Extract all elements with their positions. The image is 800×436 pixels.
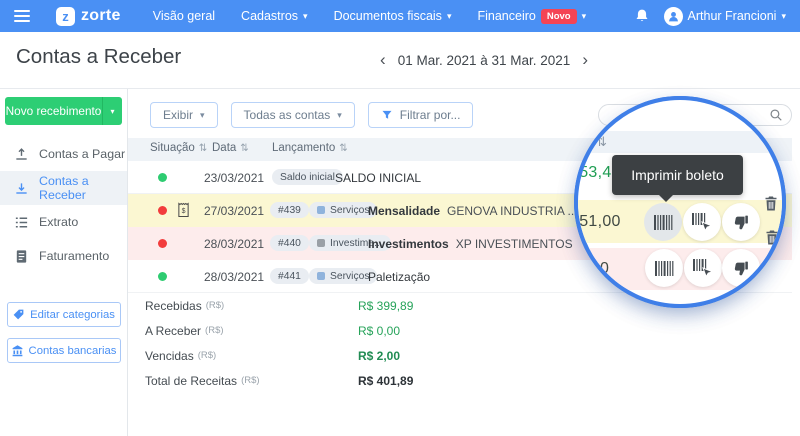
download-tray-icon [14,181,29,196]
next-period-button[interactable]: › [580,50,590,70]
magnified-value-439: 251,00 [578,213,621,231]
imprimir-boleto-tooltip: Imprimir boleto [612,155,743,195]
status-dot-overdue [158,206,167,215]
sidebar-actions: Editar categorias Contas bancarias [0,302,127,363]
svg-text:$: $ [182,208,186,215]
thumbs-down-button[interactable] [722,203,760,241]
menu-icon[interactable] [14,10,30,22]
sort-icon: ⇅ [240,143,248,154]
accounts-dropdown[interactable]: Todas as contas ▾ [231,102,355,128]
filter-icon [381,109,393,121]
new-receipt-button[interactable]: Novo recebimento ▾ [5,97,122,125]
main-content: Exibir ▾ Todas as contas ▾ Filtrar por..… [128,89,800,436]
summary-value: R$ 401,89 [358,374,413,388]
edit-categories-button[interactable]: Editar categorias [7,302,121,327]
status-dot-paid [158,272,167,281]
col-data[interactable]: Data ⇅ [212,142,249,154]
tag-icon [12,308,25,321]
col-lancamento[interactable]: Lançamento ⇅ [272,142,348,154]
chevron-down-icon: ▾ [447,12,452,21]
chevron-down-icon: ▾ [781,12,786,21]
entry-number-badge: #441 [270,268,309,284]
chevron-down-icon: ▾ [303,12,308,21]
date-range-nav: ‹ 01 Mar. 2021 à 31 Mar. 2021 › [378,48,590,72]
sidebar-item-contas-a-pagar[interactable]: Contas a Pagar [0,137,127,171]
entry-number-badge: #440 [270,235,309,251]
print-boleto-button[interactable] [644,203,682,241]
entry-number-badge: #439 [270,202,309,218]
magnified-table-header [578,131,782,153]
prev-period-button[interactable]: ‹ [378,50,388,70]
summary-value: R$ 2,00 [358,349,400,363]
chevron-down-icon: ▾ [582,12,587,21]
bank-icon [11,344,24,357]
col-situacao[interactable]: Situação ⇅ [150,142,207,154]
app-logo[interactable]: z zorte [56,7,121,26]
chevron-down-icon: ▾ [337,111,342,120]
summary-value: R$ 0,00 [358,324,400,338]
header-right: Arthur Francioni ▾ [634,7,786,26]
summary-total: Total de Receitas(R$) R$ 401,89 [128,368,792,393]
list-icon [14,215,29,230]
send-boleto-button[interactable] [684,249,722,287]
brand-name: zorte [81,7,121,25]
date-range-label: 01 Mar. 2021 à 31 Mar. 2021 [398,53,571,68]
user-menu[interactable]: Arthur Francioni ▾ [664,7,786,26]
summary-value: R$ 399,89 [358,299,413,313]
tag-icon [317,206,325,214]
delete-icon[interactable] [763,195,779,212]
magnified-value-partial: ,00 [586,260,609,278]
sidebar-item-extrato[interactable]: Extrato [0,205,127,239]
print-boleto-button[interactable] [645,249,683,287]
sidebar-item-contas-a-receber[interactable]: Contas a Receber [0,171,127,205]
nav-financeiro[interactable]: Financeiro Novo ▾ [477,9,586,24]
search-icon[interactable] [769,108,783,122]
bank-accounts-button[interactable]: Contas bancarias [7,338,121,363]
user-name: Arthur Francioni [688,9,777,23]
document-icon [14,249,29,264]
avatar [664,7,683,26]
nav-cadastros[interactable]: Cadastros ▾ [241,9,308,23]
summary-a-receber: A Receber(R$) R$ 0,00 [128,318,792,343]
title-bar: Contas a Receber ‹ 01 Mar. 2021 à 31 Mar… [0,32,800,88]
summary-vencidas: Vencidas(R$) R$ 2,00 [128,343,792,368]
logo-icon: z [56,7,75,26]
chevron-down-icon: ▾ [200,111,205,120]
novo-badge: Novo [541,9,577,24]
status-dot-overdue [158,239,167,248]
invoice-icon: $ [177,202,190,218]
totals-summary: Recebidas(R$) R$ 399,89 A Receber(R$) R$… [128,293,792,393]
exibir-dropdown[interactable]: Exibir ▾ [150,102,218,128]
chevron-down-icon[interactable]: ▾ [102,97,122,125]
tag-icon [317,272,325,280]
delete-icon[interactable] [764,229,780,246]
table-toolbar: Exibir ▾ Todas as contas ▾ Filtrar por..… [150,102,473,128]
page-title: Contas a Receber [16,45,181,69]
top-nav: Visão geral Cadastros ▾ Documentos fisca… [153,9,586,24]
tag-icon [317,239,325,247]
nav-documentos-fiscais[interactable]: Documentos fiscais ▾ [334,9,452,23]
saldo-inicial-badge: Saldo inicial [272,169,343,185]
upload-tray-icon [14,147,29,162]
nav-visao-geral[interactable]: Visão geral [153,9,215,23]
sidebar-item-faturamento[interactable]: Faturamento [0,239,127,273]
sidebar: Novo recebimento ▾ Contas a Pagar Contas… [0,89,128,436]
filter-button[interactable]: Filtrar por... [368,102,474,128]
sort-icon: ⇅ [596,134,607,150]
sort-icon: ⇅ [199,143,207,154]
top-bar: z zorte Visão geral Cadastros ▾ Document… [0,0,800,32]
send-boleto-button[interactable] [683,203,721,241]
bell-icon[interactable] [634,8,650,24]
sort-icon: ⇅ [339,143,347,154]
status-dot-paid [158,173,167,182]
thumbs-down-button[interactable] [722,249,760,287]
magnifier-circle: ⇅ 353,45 251,00 ,00 Imprimir [578,100,782,304]
